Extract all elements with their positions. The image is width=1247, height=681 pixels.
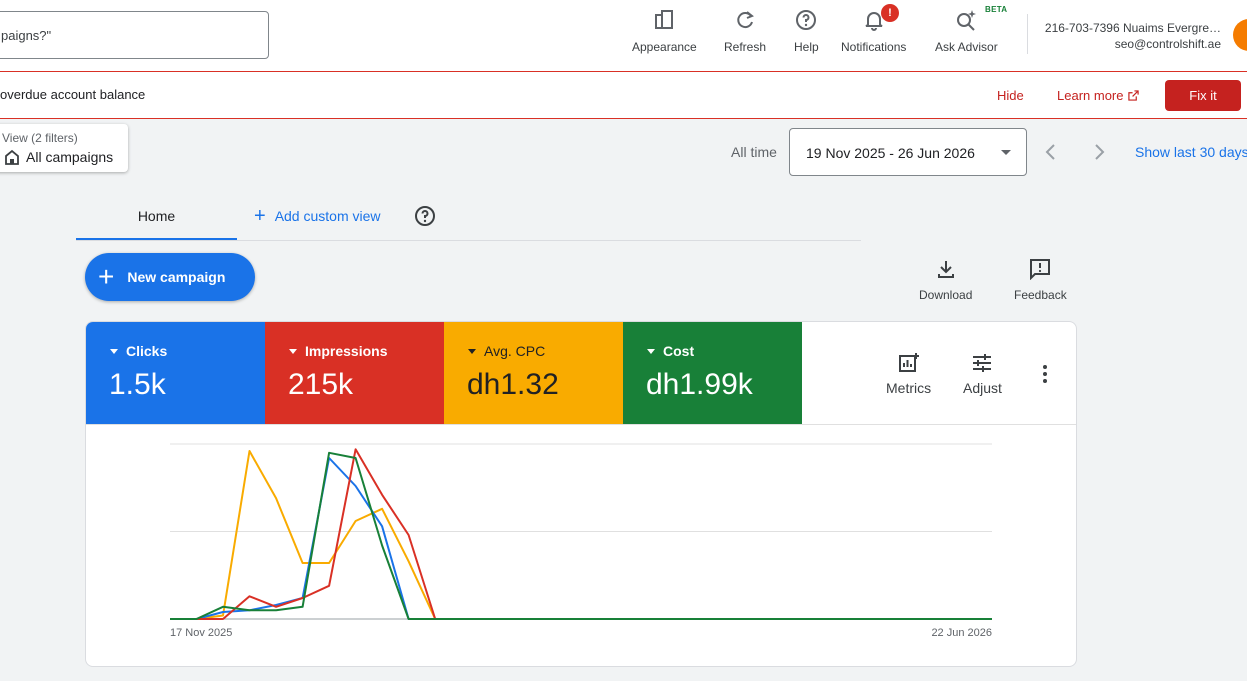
metric-label: Cost xyxy=(647,343,694,359)
sliders-icon xyxy=(973,354,992,372)
help-button[interactable]: Help xyxy=(794,8,819,54)
account-email: seo@controlshift.ae xyxy=(1114,37,1221,51)
notifications-label: Notifications xyxy=(841,40,907,54)
dropdown-triangle-icon xyxy=(647,348,655,354)
add-custom-view-label: Add custom view xyxy=(274,208,381,224)
metric-clicks[interactable]: Clicks 1.5k xyxy=(86,322,265,424)
chevron-down-icon xyxy=(1001,150,1011,155)
account-info[interactable]: 216-703-7396 Nuaims Evergre… seo@control… xyxy=(1045,20,1221,52)
metric-label: Clicks xyxy=(110,343,167,359)
alert-banner: overdue account balance Hide Learn more … xyxy=(0,72,1247,119)
date-range-picker[interactable]: 19 Nov 2025 - 26 Jun 2026 xyxy=(789,128,1027,176)
ask-advisor-label: Ask Advisor xyxy=(935,40,998,54)
metric-value: 1.5k xyxy=(109,368,166,401)
search-input[interactable]: paigns?" xyxy=(0,11,269,59)
adjust-button[interactable]: Adjust xyxy=(963,352,1002,396)
learn-more-link[interactable]: Learn more xyxy=(1057,88,1140,103)
date-range-value: 19 Nov 2025 - 26 Jun 2026 xyxy=(806,145,975,161)
performance-card: Clicks 1.5k Impressions 215k Avg. CPC dh… xyxy=(85,321,1077,667)
notifications-button[interactable]: Notifications ! xyxy=(841,4,907,54)
more-vert-icon[interactable] xyxy=(1036,362,1054,386)
feedback-button[interactable]: Feedback xyxy=(1014,258,1067,302)
x-axis-end-label: 22 Jun 2026 xyxy=(931,627,992,639)
help-icon xyxy=(796,10,817,30)
tab-home[interactable]: Home xyxy=(76,194,237,240)
help-label: Help xyxy=(794,40,819,54)
ask-advisor-button[interactable]: Ask Advisor BETA xyxy=(935,5,1007,54)
metric-cost[interactable]: Cost dh1.99k xyxy=(623,322,802,424)
chevron-left-icon[interactable] xyxy=(1041,141,1061,163)
view-selector[interactable]: View (2 filters) All campaigns xyxy=(0,124,128,172)
performance-line-chart: 17 Nov 2025 22 Jun 2026 xyxy=(170,443,992,639)
refresh-button[interactable]: Refresh xyxy=(724,8,766,54)
metrics-button[interactable]: Metrics xyxy=(886,352,931,396)
date-label: All time xyxy=(731,144,777,160)
refresh-icon xyxy=(737,11,754,29)
metric-label-text: Impressions xyxy=(305,343,388,359)
metric-label-text: Cost xyxy=(663,343,695,359)
metric-impressions[interactable]: Impressions 215k xyxy=(265,322,444,424)
view-filters: View (2 filters) xyxy=(2,131,78,145)
feedback-icon xyxy=(1030,259,1051,280)
new-campaign-label: New campaign xyxy=(127,269,226,285)
home-building-icon xyxy=(5,149,19,165)
chevron-right-icon[interactable] xyxy=(1089,141,1109,163)
download-icon xyxy=(937,261,954,278)
beta-badge: BETA xyxy=(985,5,1008,14)
metrics-label: Metrics xyxy=(886,380,932,396)
plus-icon: + xyxy=(98,261,115,292)
toolbar-divider xyxy=(1027,14,1028,54)
show-last-30-days-link[interactable]: Show last 30 days xyxy=(1135,144,1247,160)
series-line-2 xyxy=(170,448,992,620)
metric-value: 215k xyxy=(288,368,354,401)
avatar[interactable] xyxy=(1233,19,1247,51)
dropdown-triangle-icon xyxy=(289,348,297,354)
appearance-button[interactable]: Appearance xyxy=(632,8,697,54)
dropdown-triangle-icon xyxy=(110,348,118,354)
fix-it-button[interactable]: Fix it xyxy=(1165,80,1241,111)
learn-more-label: Learn more xyxy=(1057,88,1124,103)
series-line-3 xyxy=(170,451,992,620)
appearance-icon xyxy=(655,10,674,29)
download-button[interactable]: Download xyxy=(919,258,972,302)
metric-value: dh1.32 xyxy=(467,368,559,401)
adjust-label: Adjust xyxy=(963,380,1002,396)
search-text: paigns?" xyxy=(1,28,52,43)
advisor-search-icon xyxy=(957,10,977,31)
appearance-label: Appearance xyxy=(632,40,697,54)
account-name: 216-703-7396 Nuaims Evergre… xyxy=(1044,21,1221,35)
help-icon[interactable] xyxy=(414,205,436,227)
metric-avg-cpc[interactable]: Avg. CPC dh1.32 xyxy=(444,322,623,424)
dropdown-triangle-icon xyxy=(468,348,476,354)
metric-value: dh1.99k xyxy=(646,368,753,401)
plus-icon: + xyxy=(254,205,266,227)
download-label: Download xyxy=(919,288,973,302)
series-line-0 xyxy=(170,450,992,620)
new-campaign-button[interactable]: + New campaign xyxy=(85,253,255,301)
view-tabs: Home + Add custom view xyxy=(76,194,861,241)
view-name: All campaigns xyxy=(26,149,114,165)
add-custom-view-button[interactable]: + Add custom view xyxy=(254,205,381,227)
notification-badge: ! xyxy=(881,4,899,22)
hide-link[interactable]: Hide xyxy=(997,88,1024,103)
feedback-label: Feedback xyxy=(1014,288,1067,302)
add-chart-icon xyxy=(898,353,919,372)
top-bar: paigns?" Appearance Refresh Help Notific… xyxy=(0,0,1247,72)
metric-label: Impressions xyxy=(289,343,387,359)
refresh-label: Refresh xyxy=(724,40,767,54)
metric-label-text: Clicks xyxy=(126,343,168,359)
external-link-icon xyxy=(1128,90,1140,101)
metric-label: Avg. CPC xyxy=(468,343,545,359)
alert-text: overdue account balance xyxy=(0,87,146,102)
metric-label-text: Avg. CPC xyxy=(484,343,546,359)
x-axis-start-label: 17 Nov 2025 xyxy=(170,627,232,639)
